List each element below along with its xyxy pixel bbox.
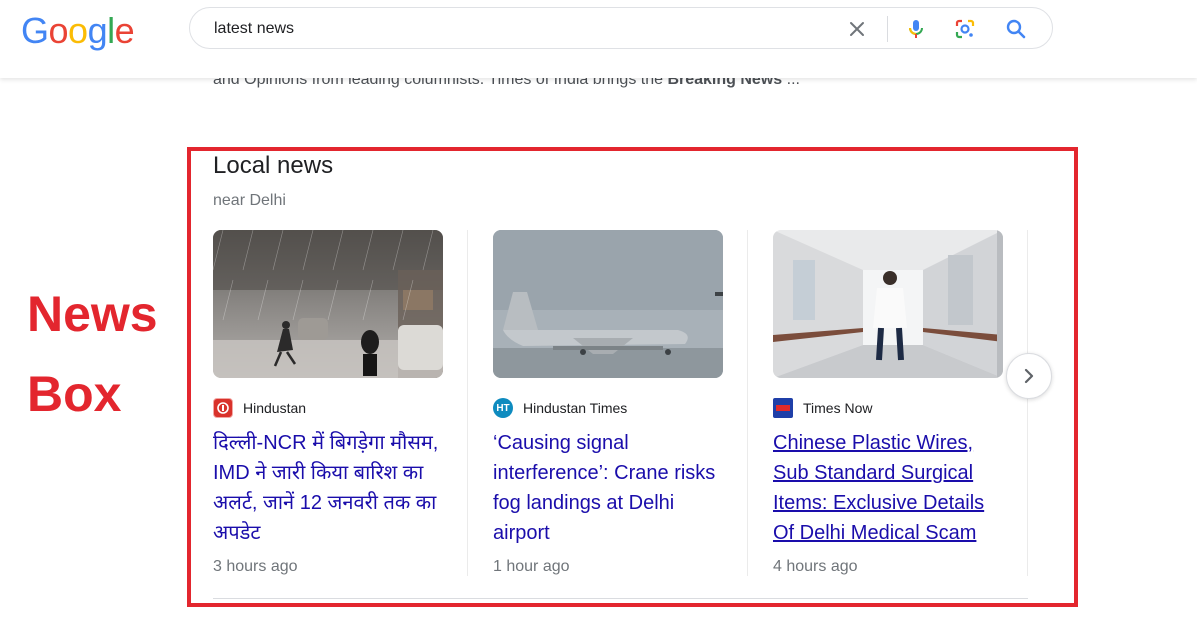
logo-letter: e [114,10,135,51]
search-box [189,7,1053,49]
logo-letter: g [87,10,108,51]
section-bottom-divider [213,598,1028,599]
mic-icon[interactable] [904,17,928,41]
section-title: Local news [213,152,334,179]
annotation-line: News [27,286,158,342]
news-headline-link[interactable]: Chinese Plastic Wires, Sub Standard Surg… [773,428,1003,548]
search-header: Google [0,0,1197,78]
source-name: Hindustan Times [523,400,628,416]
news-headline-link[interactable]: ‘Causing signal interference’: Crane ris… [493,428,723,548]
news-card[interactable]: HT Hindustan Times ‘Causing signal inter… [493,230,751,576]
card-divider [1027,230,1028,576]
section-subtitle: near Delhi [213,192,286,209]
carousel-next-button[interactable] [1006,353,1052,399]
logo-letter: l [107,10,115,51]
news-thumbnail[interactable] [773,230,1003,378]
news-card[interactable]: Hindustan दिल्ली-NCR में बिगड़ेगा मौसम, … [213,230,471,576]
hindustan-logo-icon [213,398,233,418]
search-input[interactable] [214,17,814,41]
news-timestamp: 1 hour ago [493,558,570,575]
news-headline-link[interactable]: दिल्ली-NCR में बिगड़ेगा मौसम, IMD ने जार… [213,428,443,548]
news-card[interactable]: Times Now Chinese Plastic Wires, Sub Sta… [773,230,1031,576]
search-divider [887,16,888,42]
logo-letter: G [21,10,49,51]
news-timestamp: 3 hours ago [213,558,298,575]
times-now-logo-icon [773,398,793,418]
search-icon[interactable] [1004,17,1028,41]
news-box-annotation: News Box [27,274,158,434]
card-divider [747,230,748,576]
logo-letter: o [48,10,69,51]
source-name: Hindustan [243,400,307,416]
google-logo[interactable]: Google [21,10,135,52]
news-thumbnail[interactable] [493,230,723,378]
annotation-line: Box [27,366,122,422]
news-thumbnail[interactable] [213,230,443,378]
close-icon[interactable] [845,17,869,41]
news-source[interactable]: Times Now [773,398,873,418]
news-source[interactable]: HT Hindustan Times [493,398,627,418]
hindustan-times-logo-icon: HT [493,398,513,418]
logo-letter: o [68,10,88,51]
card-divider [467,230,468,576]
news-source[interactable]: Hindustan [213,398,306,418]
news-timestamp: 4 hours ago [773,558,858,575]
lens-icon[interactable] [953,17,977,41]
chevron-right-icon [1024,368,1034,384]
source-name: Times Now [803,400,873,416]
